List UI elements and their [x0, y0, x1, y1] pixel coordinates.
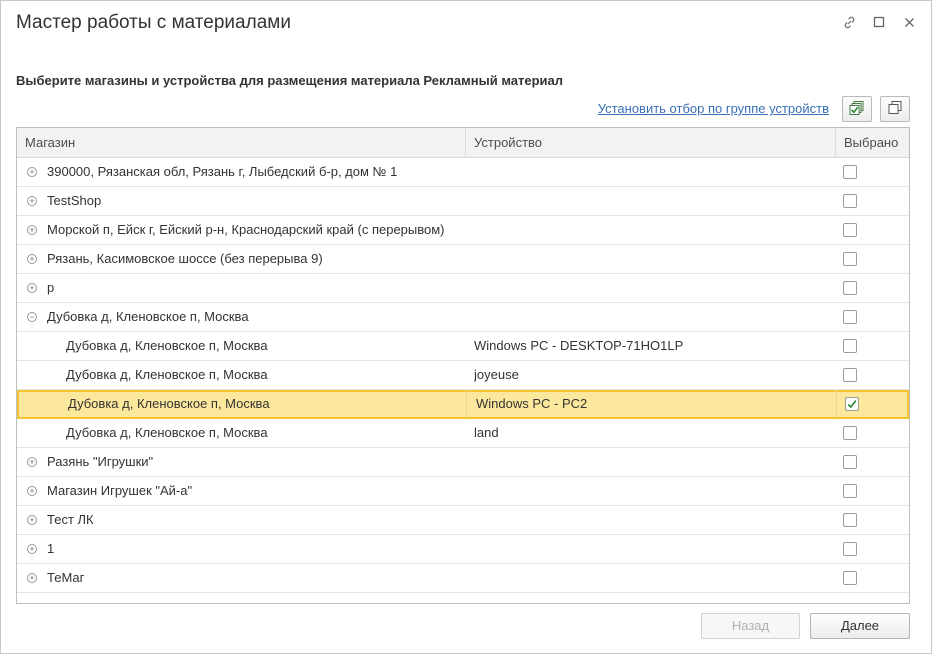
column-divider	[466, 390, 467, 418]
device-cell	[474, 477, 829, 505]
device-cell	[474, 274, 829, 302]
device-cell: Windows PC - DESKTOP-71HO1LP	[474, 338, 684, 353]
device-cell	[474, 216, 829, 244]
selected-checkbox[interactable]	[843, 194, 857, 208]
expand-icon[interactable]: +	[27, 254, 37, 264]
shop-cell: Морской п, Ейск г, Ейский р-н, Краснодар…	[47, 222, 445, 237]
column-header-shop[interactable]: Магазин	[17, 128, 466, 158]
table-row[interactable]: +390000, Рязанская обл, Рязань г, Лыбедс…	[17, 158, 909, 187]
expand-icon[interactable]: +	[27, 196, 37, 206]
shop-cell: р	[47, 280, 55, 295]
device-group-filter-link[interactable]: Установить отбор по группе устройств	[598, 101, 829, 116]
shop-cell: ТеМаг	[47, 570, 85, 585]
device-cell	[474, 535, 829, 563]
device-cell: joyeuse	[474, 367, 519, 382]
expand-icon[interactable]: +	[27, 486, 37, 496]
device-cell	[474, 506, 829, 534]
selected-checkbox[interactable]	[843, 223, 857, 237]
expand-icon[interactable]: +	[27, 573, 37, 583]
table-row[interactable]: Дубовка д, Кленовское п, Москва joyeuse	[17, 361, 909, 390]
selected-checkbox[interactable]	[843, 484, 857, 498]
table-row[interactable]: + р	[17, 274, 909, 303]
selected-checkbox[interactable]	[843, 252, 857, 266]
table-row[interactable]: + ТеМаг	[17, 564, 909, 593]
table-row[interactable]: Дубовка д, Кленовское п, Москва Windows P…	[17, 332, 909, 361]
device-cell: land	[474, 425, 499, 440]
window-title: Мастер работы с материалами	[16, 12, 291, 33]
device-cell: Windows PC - PC2	[476, 396, 588, 411]
selected-checkbox[interactable]	[843, 455, 857, 469]
shop-cell: Рязань, Касимовское шоссе (без перерыва …	[47, 251, 323, 266]
table-row[interactable]: + TestShop	[17, 187, 909, 216]
shop-cell: Дубовка д, Кленовское п, Москва	[68, 396, 270, 411]
copy-icon	[887, 100, 903, 119]
back-button[interactable]: Назад	[701, 613, 800, 639]
shop-cell: Разянь "Игрушки"	[47, 454, 154, 469]
selected-checkbox[interactable]	[843, 542, 857, 556]
window-controls	[841, 13, 917, 31]
column-header-selected[interactable]: Выбрано	[836, 128, 909, 158]
shop-cell: Дубовка д, Кленовское п, Москва	[66, 338, 268, 353]
shop-cell: Дубовка д, Кленовское п, Москва	[66, 425, 268, 440]
copy-button[interactable]	[880, 96, 910, 122]
next-button[interactable]: Далее	[810, 613, 910, 639]
wizard-window: Мастер работы с материалами Выберите маг…	[0, 0, 932, 654]
shop-cell: Магазин Игрушек "Ай-а"	[47, 483, 193, 498]
selected-checkbox[interactable]	[843, 310, 857, 324]
instruction-text: Выберите магазины и устройства для разме…	[16, 73, 564, 88]
table-row[interactable]: Дубовка д, Кленовское п, Москва land	[17, 419, 909, 448]
shop-cell: Дубовка д, Кленовское п, Москва	[66, 367, 268, 382]
device-cell	[474, 158, 829, 186]
device-cell	[474, 303, 829, 331]
column-header-device[interactable]: Устройство	[466, 128, 836, 158]
table-row[interactable]: + Разянь "Игрушки"	[17, 448, 909, 477]
shop-cell: 390000, Рязанская обл, Рязань г, Лыбедск…	[47, 164, 398, 179]
selected-checkbox[interactable]	[843, 571, 857, 585]
table-row[interactable]: + Тест ЛК	[17, 506, 909, 535]
shop-cell: TestShop	[47, 193, 102, 208]
selected-checkbox[interactable]	[843, 513, 857, 527]
selected-checkbox[interactable]	[843, 165, 857, 179]
expand-icon[interactable]: +	[27, 167, 37, 177]
table-row[interactable]: Дубовка д, Кленовское п, Москва Windows P…	[17, 390, 909, 419]
selected-checkbox[interactable]	[845, 397, 859, 411]
device-cell	[474, 187, 829, 215]
device-cell	[474, 448, 829, 476]
table-header: Магазин Устройство Выбрано	[17, 128, 909, 158]
selected-checkbox[interactable]	[843, 339, 857, 353]
select-all-button[interactable]	[842, 96, 872, 122]
link-icon[interactable]	[841, 13, 857, 31]
table-row[interactable]: + Морской п, Ейск г, Ейский р-н, Краснода…	[17, 216, 909, 245]
table-row[interactable]: + Магазин Игрушек "Ай-а"	[17, 477, 909, 506]
shops-devices-table: Магазин Устройство Выбрано +390000, Ряза…	[16, 127, 910, 604]
collapse-icon[interactable]: −	[27, 312, 37, 322]
expand-icon[interactable]: +	[27, 544, 37, 554]
expand-icon[interactable]: +	[27, 457, 37, 467]
select-all-icon	[849, 100, 865, 119]
table-body: +390000, Рязанская обл, Рязань г, Лыбедс…	[17, 158, 909, 593]
table-row[interactable]: + Рязань, Касимовское шоссе (без перерыва…	[17, 245, 909, 274]
device-cell	[474, 564, 829, 592]
column-divider	[836, 390, 837, 418]
shop-cell: Дубовка д, Кленовское п, Москва	[47, 309, 249, 324]
table-row[interactable]: +1	[17, 535, 909, 564]
device-cell	[474, 245, 829, 273]
close-icon[interactable]	[901, 13, 917, 31]
expand-icon[interactable]: +	[27, 283, 37, 293]
selected-checkbox[interactable]	[843, 281, 857, 295]
expand-icon[interactable]: +	[27, 515, 37, 525]
selected-checkbox[interactable]	[843, 368, 857, 382]
maximize-icon[interactable]	[871, 13, 887, 31]
selected-checkbox[interactable]	[843, 426, 857, 440]
shop-cell: Тест ЛК	[47, 512, 94, 527]
shop-cell: 1	[47, 541, 55, 556]
checkmark-icon	[847, 400, 857, 409]
expand-icon[interactable]: +	[27, 225, 37, 235]
table-row[interactable]: − Дубовка д, Кленовское п, Москва	[17, 303, 909, 332]
